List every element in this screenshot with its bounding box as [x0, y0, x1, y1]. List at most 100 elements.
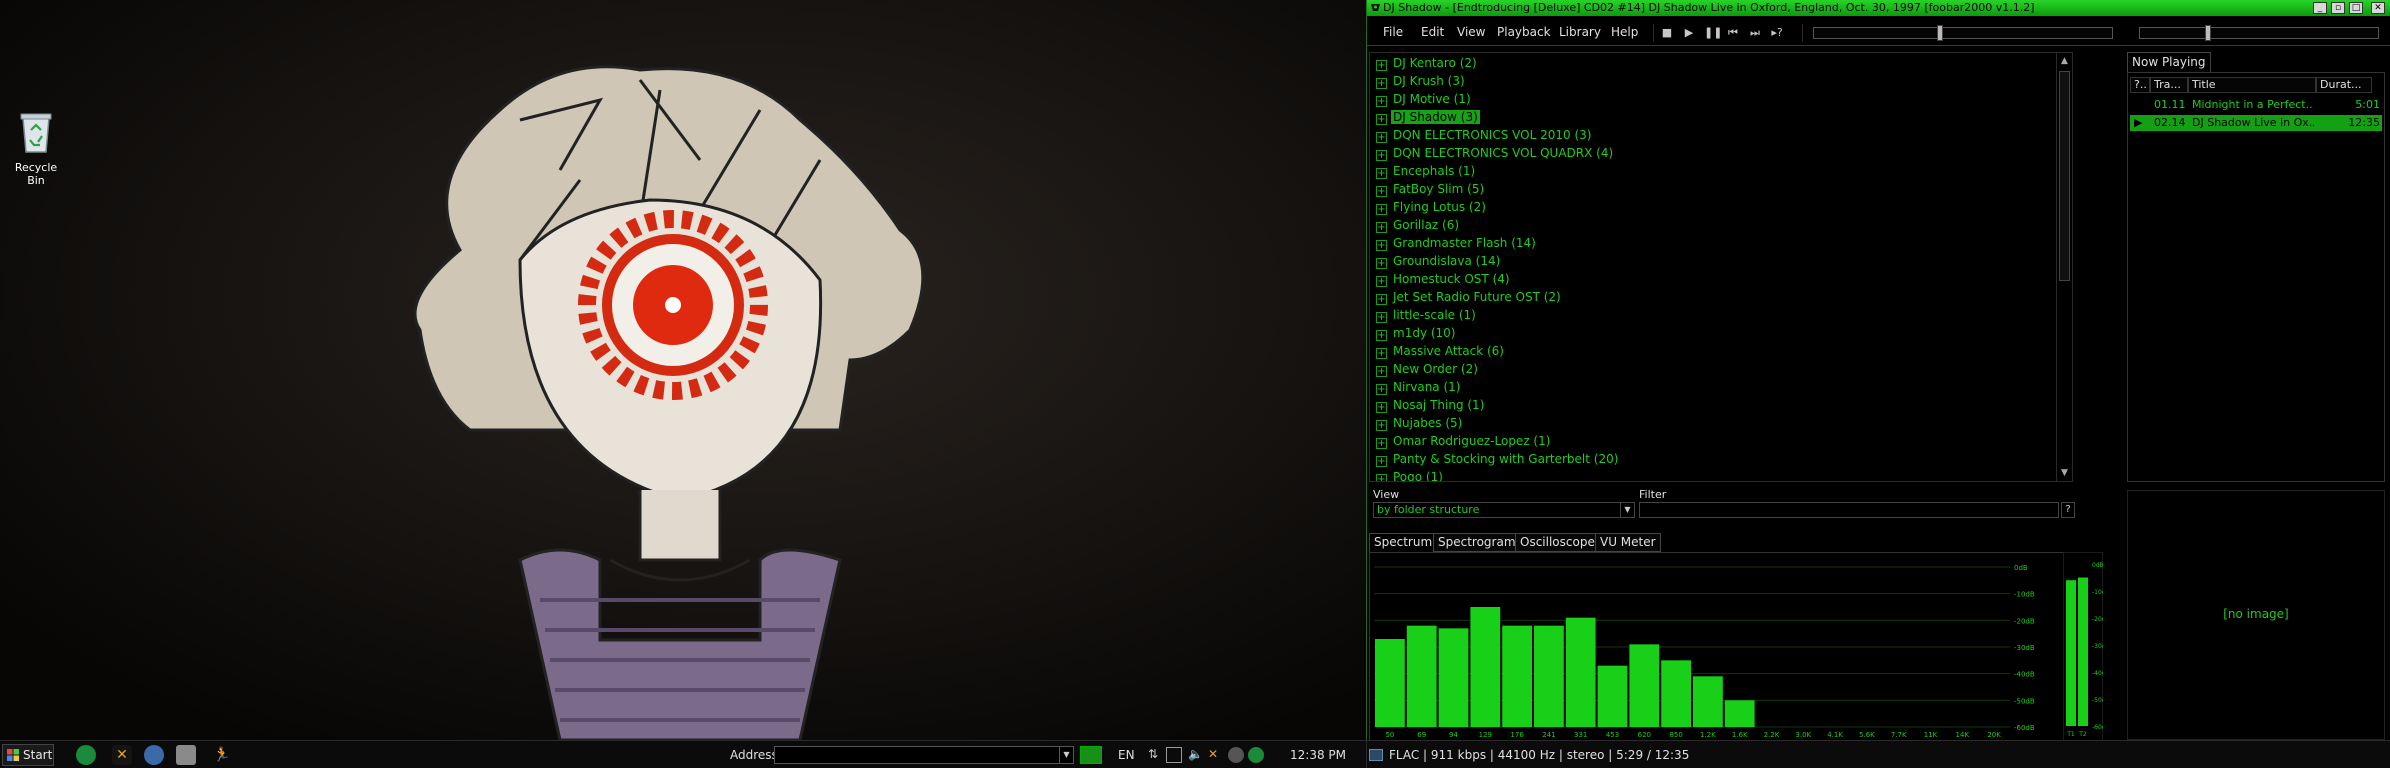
expand-icon[interactable]: + [1376, 258, 1387, 269]
filter-help-button[interactable]: ? [2061, 502, 2075, 518]
tree-item[interactable]: + New Order (2) [1376, 361, 1480, 377]
tab-vu-meter[interactable]: VU Meter [1595, 533, 1661, 552]
expand-icon[interactable]: + [1376, 402, 1387, 413]
expand-icon[interactable]: + [1376, 78, 1387, 89]
browser-icon[interactable] [144, 745, 164, 765]
expand-icon[interactable]: + [1376, 168, 1387, 179]
volume-handle[interactable] [2204, 25, 2211, 41]
menu-file[interactable]: File [1383, 25, 1403, 41]
foobar-tray-icon[interactable]: ✕ [1208, 747, 1224, 763]
tree-item[interactable]: + DQN ELECTRONICS VOL 2010 (3) [1376, 127, 1593, 143]
tree-item[interactable]: + Flying Lotus (2) [1376, 199, 1488, 215]
tree-item[interactable]: + m1dy (10) [1376, 325, 1458, 341]
clock[interactable]: 12:38 PM [1290, 748, 1346, 762]
tree-item[interactable]: + Grandmaster Flash (14) [1376, 235, 1538, 251]
expand-icon[interactable]: + [1376, 294, 1387, 305]
seek-bar[interactable] [1813, 25, 2113, 41]
tree-item[interactable]: + Pogo (1) [1376, 469, 1445, 481]
expand-icon[interactable]: + [1376, 240, 1387, 251]
previous-button[interactable]: ⏮ [1726, 25, 1740, 41]
column-track[interactable]: Tra... [2150, 77, 2188, 93]
maximize-button[interactable]: □ [2349, 2, 2363, 14]
recycle-bin-shortcut[interactable]: Recycle Bin [6, 110, 66, 187]
close-button[interactable]: ✕ [2371, 2, 2385, 14]
tab-now-playing[interactable]: Now Playing [2127, 52, 2211, 72]
scroll-thumb[interactable] [2059, 71, 2070, 281]
tree-item[interactable]: + FatBoy Slim (5) [1376, 181, 1486, 197]
expand-icon[interactable]: + [1376, 132, 1387, 143]
tab-oscilloscope[interactable]: Oscilloscope [1515, 533, 1600, 552]
play-button[interactable]: ▶ [1682, 25, 1696, 41]
column-status[interactable]: ?.. [2130, 77, 2150, 93]
chevron-down-icon[interactable]: ▼ [1620, 503, 1634, 517]
expand-icon[interactable]: + [1376, 276, 1387, 287]
expand-icon[interactable]: + [1376, 348, 1387, 359]
expand-icon[interactable]: + [1376, 114, 1387, 125]
scroll-up-icon[interactable]: ▲ [2057, 53, 2072, 69]
speaker-icon[interactable]: 🔈 [1188, 747, 1204, 763]
tree-item[interactable]: + DQN ELECTRONICS VOL QUADRX (4) [1376, 145, 1615, 161]
menu-playback[interactable]: Playback [1497, 25, 1551, 41]
tree-item[interactable]: + Nujabes (5) [1376, 415, 1464, 431]
expand-icon[interactable]: + [1376, 312, 1387, 323]
tree-item[interactable]: + Encephals (1) [1376, 163, 1477, 179]
download-icon[interactable] [176, 745, 196, 765]
tree-item[interactable]: + DJ Kentaro (2) [1376, 55, 1479, 71]
restore-button[interactable]: ▫ [2331, 2, 2345, 14]
tree-item[interactable]: + little-scale (1) [1376, 307, 1478, 323]
seek-handle[interactable] [1936, 25, 1943, 41]
tree-item[interactable]: + DJ Krush (3) [1376, 73, 1467, 89]
tree-item[interactable]: + Nosaj Thing (1) [1376, 397, 1486, 413]
tree-scrollbar[interactable]: ▲ ▼ [2056, 53, 2072, 481]
expand-icon[interactable]: + [1376, 222, 1387, 233]
expand-icon[interactable]: + [1376, 150, 1387, 161]
utorrent-tray-icon[interactable] [1248, 747, 1264, 763]
playlist-row[interactable]: ▶ 02.14 DJ Shadow Live in Ox... 12:35 [2130, 115, 2382, 131]
arrow-icon[interactable]: ⇅ [1148, 747, 1164, 763]
go-button[interactable] [1080, 746, 1102, 764]
menu-help[interactable]: Help [1611, 25, 1638, 41]
tree-item[interactable]: + Gorillaz (6) [1376, 217, 1461, 233]
view-select[interactable]: by folder structure ▼ [1373, 502, 1635, 518]
expand-icon[interactable]: + [1376, 60, 1387, 71]
steam-icon[interactable] [1228, 747, 1244, 763]
column-duration[interactable]: Durat... [2316, 77, 2372, 93]
tree-item[interactable]: + Groundislava (14) [1376, 253, 1502, 269]
monitor-icon[interactable] [1166, 747, 1182, 763]
start-button[interactable]: Start [2, 744, 54, 766]
expand-icon[interactable]: + [1376, 186, 1387, 197]
menu-view[interactable]: View [1457, 25, 1485, 41]
random-button[interactable]: ▸? [1770, 25, 1784, 41]
expand-icon[interactable]: + [1376, 474, 1387, 481]
expand-icon[interactable]: + [1376, 420, 1387, 431]
scroll-down-icon[interactable]: ▼ [2057, 465, 2072, 481]
volume-slider[interactable] [2139, 25, 2379, 41]
tab-spectrogram[interactable]: Spectrogram [1433, 533, 1521, 552]
menu-edit[interactable]: Edit [1421, 25, 1444, 41]
minimize-button[interactable]: _ [2313, 2, 2327, 14]
foobar-icon[interactable]: ✕ [112, 745, 132, 765]
menu-library[interactable]: Library [1559, 25, 1601, 41]
language-indicator[interactable]: EN [1118, 748, 1135, 762]
expand-icon[interactable]: + [1376, 330, 1387, 341]
column-title[interactable]: Title [2188, 77, 2316, 93]
tree-item[interactable]: + Omar Rodriguez-Lopez (1) [1376, 433, 1552, 449]
expand-icon[interactable]: + [1376, 366, 1387, 377]
stop-button[interactable]: ■ [1660, 25, 1674, 41]
filter-input[interactable] [1639, 502, 2059, 518]
playlist-row[interactable]: 01.11 Midnight in a Perfect... 5:01 [2130, 97, 2382, 113]
next-button[interactable]: ⏭ [1748, 25, 1762, 41]
tree-item[interactable]: + Panty & Stocking with Garterbelt (20) [1376, 451, 1620, 467]
expand-icon[interactable]: + [1376, 438, 1387, 449]
address-input[interactable]: ▼ [774, 746, 1074, 764]
pause-button[interactable]: ❚❚ [1704, 25, 1722, 41]
tree-item[interactable]: + Homestuck OST (4) [1376, 271, 1512, 287]
expand-icon[interactable]: + [1376, 384, 1387, 395]
tree-item[interactable]: + Jet Set Radio Future OST (2) [1376, 289, 1563, 305]
expand-icon[interactable]: + [1376, 204, 1387, 215]
tab-spectrum[interactable]: Spectrum [1369, 533, 1438, 552]
utorrent-icon[interactable] [76, 745, 96, 765]
expand-icon[interactable]: + [1376, 456, 1387, 467]
tree-item[interactable]: + Massive Attack (6) [1376, 343, 1506, 359]
title-bar[interactable]: DJ Shadow - [Endtroducing [Deluxe] CD02 … [1367, 0, 2390, 16]
